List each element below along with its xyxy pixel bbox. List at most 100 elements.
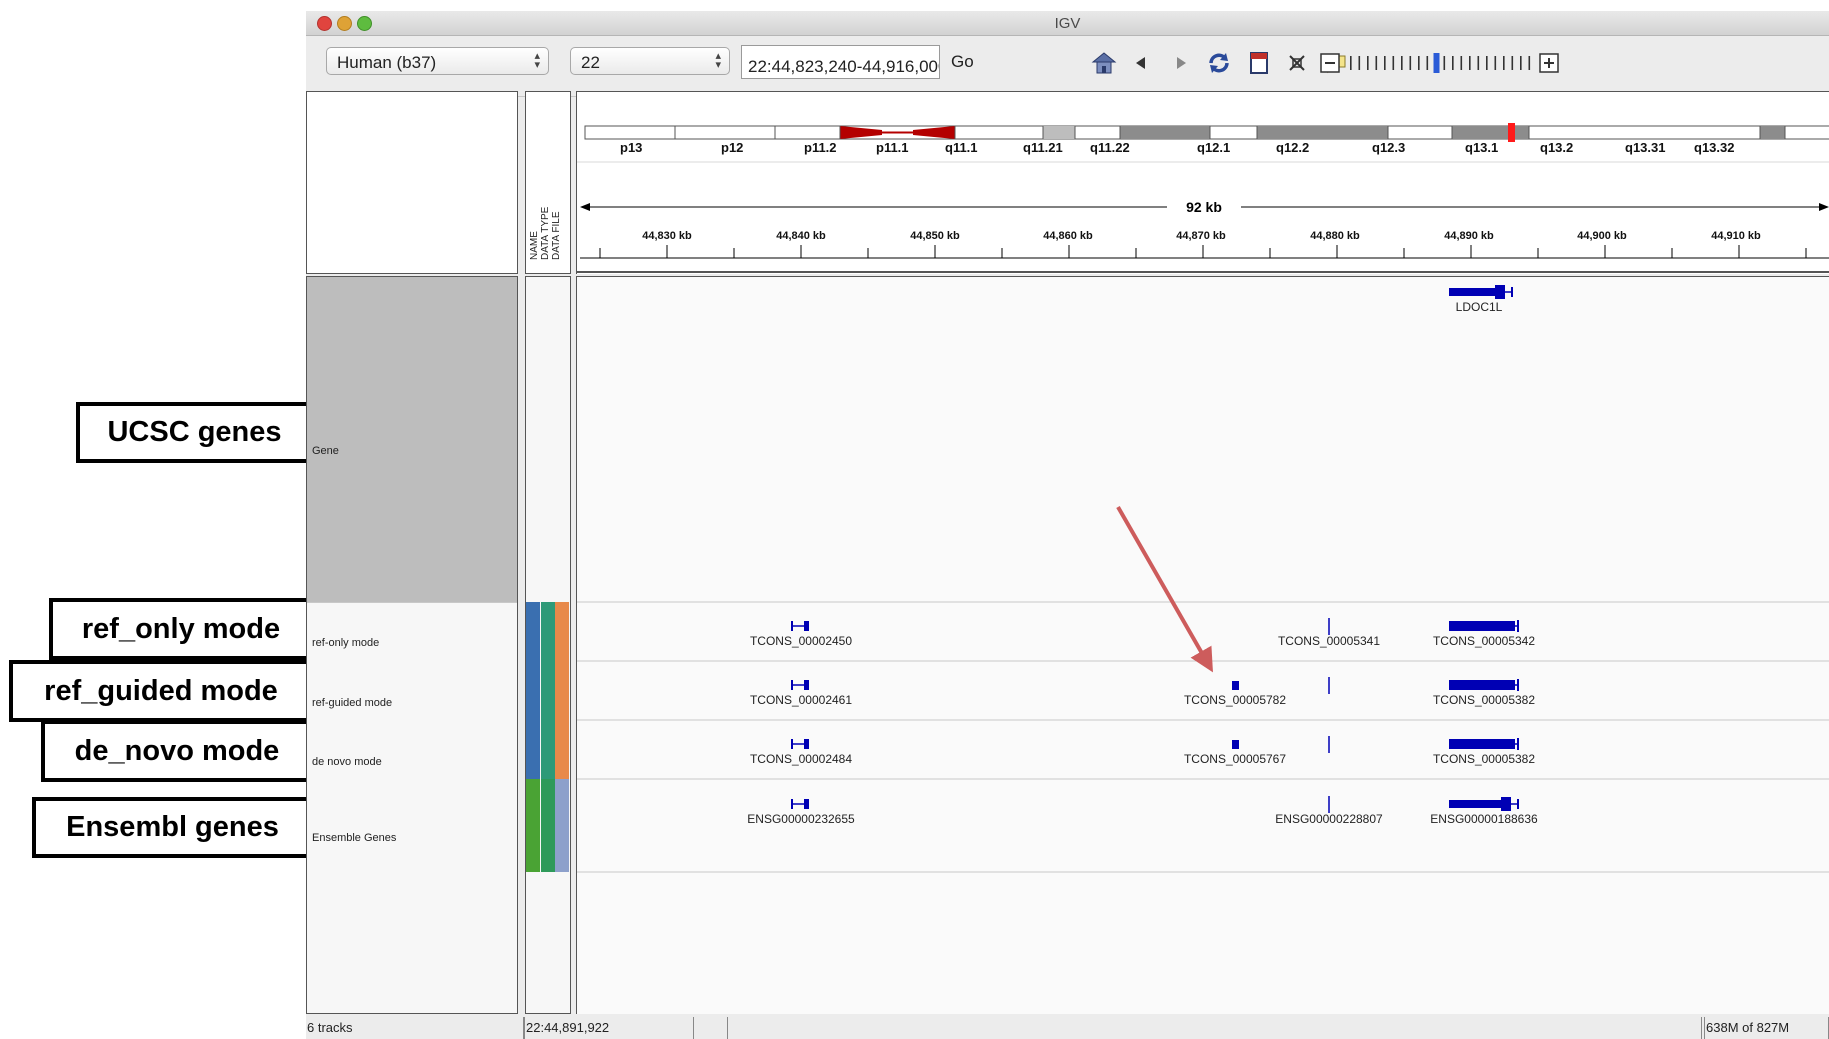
resize-to-window-icon[interactable] [1284, 50, 1310, 76]
band-label: p11.2 [804, 140, 837, 155]
zoom-level-tick[interactable] [1443, 56, 1446, 70]
track-name-de-novo[interactable]: de novo mode [312, 756, 382, 768]
zoom-level-tick[interactable] [1528, 56, 1531, 70]
attribute-cell[interactable] [540, 720, 555, 779]
status-memory: 638M of 827M [1704, 1017, 1829, 1039]
attribute-cell[interactable] [555, 779, 569, 872]
attribute-cell[interactable] [526, 779, 540, 872]
feature-exon[interactable] [804, 680, 809, 690]
current-region-marker [1508, 123, 1515, 142]
home-icon[interactable] [1091, 50, 1117, 76]
attribute-cells [526, 277, 570, 1013]
feature-exon[interactable] [791, 739, 793, 749]
feature-exon[interactable] [804, 739, 809, 749]
attribute-cell[interactable] [540, 661, 555, 720]
gene-track-name-block[interactable] [307, 277, 517, 602]
feature-label: ENSG00000232655 [747, 812, 855, 826]
attr-header-name[interactable]: NAME [529, 231, 540, 260]
chromosome-select[interactable]: 22 ▴ ▾ [570, 47, 730, 75]
feature-exon[interactable] [1232, 681, 1239, 690]
zoom-level-tick[interactable] [1375, 56, 1378, 70]
band-label: q11.1 [945, 140, 978, 155]
span-indicator: 92 kb [580, 199, 1829, 215]
zoom-level-tick[interactable] [1477, 56, 1480, 70]
zoom-level-tick[interactable] [1520, 56, 1522, 70]
zoom-out-icon[interactable] [1320, 53, 1340, 73]
attribute-cell[interactable] [526, 661, 540, 720]
feature-exon[interactable] [1511, 287, 1513, 297]
zoom-slider[interactable] [1320, 49, 1560, 77]
ruler-tick-label: 44,910 kb [1711, 230, 1761, 242]
feature-exon[interactable] [1449, 621, 1515, 631]
zoom-level-tick[interactable] [1392, 56, 1395, 70]
locus-input[interactable] [741, 45, 940, 79]
feature-exon[interactable] [804, 621, 809, 631]
band-label: q12.3 [1372, 140, 1405, 155]
track-name-panel: Gene ref-only mode ref-guided mode de no… [306, 276, 518, 1014]
attribute-cell[interactable] [526, 602, 540, 661]
toolbar: Human (b37) ▴▾ 22 ▴▾ Go [306, 36, 1829, 97]
band-label: q11.22 [1090, 140, 1130, 155]
zoom-level-tick[interactable] [1350, 56, 1352, 70]
track-name-ensembl[interactable]: Ensemble Genes [312, 832, 396, 844]
ruler-tick-label: 44,860 kb [1043, 230, 1093, 242]
feature-exon[interactable] [1449, 800, 1505, 808]
zoom-level-thumb[interactable] [1433, 53, 1440, 73]
go-button[interactable]: Go [951, 52, 974, 72]
zoom-level-tick[interactable] [1494, 56, 1497, 70]
zoom-level-tick[interactable] [1409, 56, 1412, 70]
callout-de-novo-mode: de_novo mode [41, 720, 313, 782]
attribute-cell[interactable] [555, 720, 569, 779]
track-name-ref-only[interactable]: ref-only mode [312, 637, 379, 649]
attr-header-data-file[interactable]: DATA FILE [551, 211, 562, 260]
zoom-level-tick[interactable] [1426, 56, 1429, 70]
feature-exon[interactable] [1232, 740, 1239, 749]
header-name-panel [306, 91, 518, 274]
attribute-cell[interactable] [540, 602, 555, 661]
feature-exon[interactable] [1501, 797, 1511, 811]
feature-exon[interactable] [791, 799, 793, 809]
attribute-cell[interactable] [526, 720, 540, 779]
attribute-cell[interactable] [540, 779, 555, 872]
attribute-cell[interactable] [555, 661, 569, 720]
feature-label: TCONS_00005341 [1278, 634, 1380, 648]
feature-exon[interactable] [1449, 680, 1515, 690]
feature-exon[interactable] [1517, 620, 1519, 632]
zoom-level-tick[interactable] [1469, 56, 1471, 70]
feature-exon[interactable] [1517, 738, 1519, 750]
band-label: q12.1 [1197, 140, 1230, 155]
ruler-tick-label: 44,870 kb [1176, 230, 1226, 242]
feature-exon[interactable] [1517, 799, 1519, 809]
attribute-cell[interactable] [555, 602, 569, 661]
refresh-icon[interactable] [1206, 50, 1232, 76]
zoom-level-tick[interactable] [1401, 56, 1403, 70]
feature-exon[interactable] [1449, 288, 1499, 296]
zoom-level-tick[interactable] [1384, 56, 1386, 70]
attr-header-data-type[interactable]: DATA TYPE [540, 207, 551, 260]
zoom-level-tick[interactable] [1460, 56, 1463, 70]
track-name-ref-guided[interactable]: ref-guided mode [312, 697, 392, 709]
zoom-level-tick[interactable] [1511, 56, 1514, 70]
zoom-level-tick[interactable] [1486, 56, 1488, 70]
genome-select[interactable]: Human (b37) ▴ ▾ [326, 47, 549, 75]
callout-ucsc-genes: UCSC genes [76, 402, 313, 463]
zoom-level-tick[interactable] [1452, 56, 1454, 70]
feature-exon[interactable] [1449, 739, 1515, 749]
forward-icon[interactable] [1168, 50, 1194, 76]
feature-exon[interactable] [791, 621, 793, 631]
feature-exon[interactable] [804, 799, 809, 809]
zoom-level-tick[interactable] [1358, 56, 1361, 70]
track-name-gene[interactable]: Gene [312, 445, 339, 457]
feature-exon[interactable] [1517, 679, 1519, 691]
zoom-level-tick[interactable] [1418, 56, 1420, 70]
status-track-count: 6 tracks [306, 1017, 524, 1039]
back-icon[interactable] [1128, 50, 1154, 76]
feature-exon[interactable] [1495, 285, 1505, 299]
region-of-interest-icon[interactable] [1246, 50, 1272, 76]
zoom-level-tick[interactable] [1503, 56, 1505, 70]
band-label: q13.32 [1694, 140, 1734, 155]
zoom-in-icon[interactable] [1539, 53, 1559, 73]
feature-exon[interactable] [791, 680, 793, 690]
track-name-separator [307, 602, 517, 603]
zoom-level-tick[interactable] [1367, 56, 1369, 70]
